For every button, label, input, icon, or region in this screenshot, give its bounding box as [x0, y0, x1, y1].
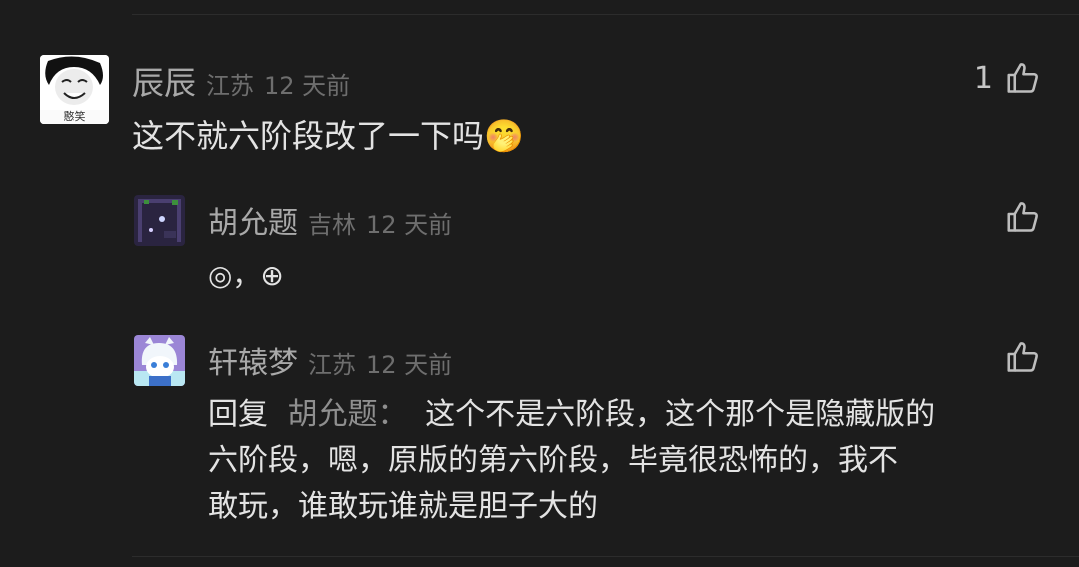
username[interactable]: 胡允题	[208, 198, 298, 242]
timestamp: 12 天前	[366, 351, 453, 379]
comment-line: 回复 胡允题： 这个不是六阶段，这个那个是隐藏版的	[208, 392, 1048, 438]
timestamp: 12 天前	[366, 211, 453, 239]
avatar-xuanyuanmeng[interactable]	[134, 335, 185, 386]
timestamp: 12 天前	[264, 72, 351, 100]
comment-body-line-2: 六阶段，嗯，原版的第六阶段，毕竟很恐怖的，我不	[208, 443, 898, 478]
emoji-icon: 🤭	[484, 117, 524, 155]
avatar-caption: 憨笑	[63, 110, 86, 123]
like-count: 1	[973, 60, 993, 96]
comment-body-line-3: 敢玩，谁敢玩谁就是胆子大的	[208, 489, 598, 524]
comment-meta: 轩辕梦 江苏 12 天前	[208, 338, 452, 382]
location-label: 江苏	[206, 72, 255, 100]
like-button[interactable]: 1	[974, 60, 1041, 96]
top-divider	[132, 14, 1079, 15]
username[interactable]: 轩辕梦	[208, 338, 298, 382]
username[interactable]: 辰辰	[132, 58, 196, 104]
comment-meta: 胡允题 吉林 12 天前	[208, 198, 452, 242]
location-label: 吉林	[308, 211, 356, 239]
avatar-huyunti[interactable]	[134, 195, 185, 246]
thumbs-up-icon	[1005, 199, 1041, 235]
comment-body-line-1: 这个不是六阶段，这个那个是隐藏版的	[425, 397, 936, 432]
reply-prefix: 回复	[208, 397, 268, 432]
like-button[interactable]	[1005, 199, 1041, 235]
like-button[interactable]	[1005, 339, 1041, 375]
avatar-chenchen[interactable]: 憨笑	[40, 55, 109, 124]
comment-text: ◎，⊕	[208, 259, 284, 292]
comment-meta: 辰辰 江苏 12 天前	[132, 58, 350, 104]
thumbs-up-icon	[1005, 339, 1041, 375]
thumbs-up-icon	[1005, 60, 1041, 96]
reply-target-username[interactable]: 胡允题：	[288, 397, 408, 432]
bottom-divider	[132, 556, 1079, 557]
comment-text: 回复 胡允题： 这个不是六阶段，这个那个是隐藏版的 六阶段，嗯，原版的第六阶段，…	[208, 392, 1048, 530]
location-label: 江苏	[308, 351, 356, 379]
comment-body: 这不就六阶段改了一下吗	[132, 117, 485, 155]
comment-text: 这不就六阶段改了一下吗🤭	[132, 115, 524, 157]
